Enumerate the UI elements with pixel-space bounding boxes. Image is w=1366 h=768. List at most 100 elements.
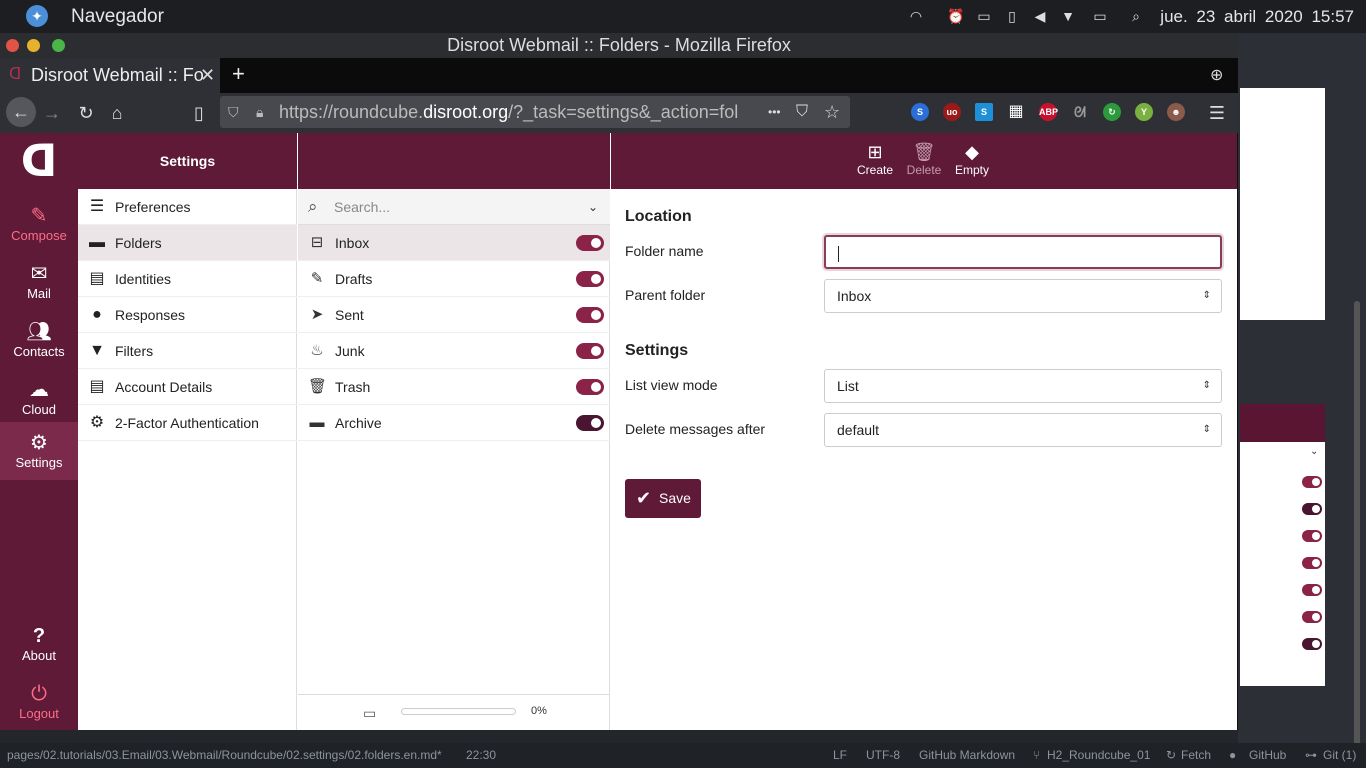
create-button[interactable]: ⊞ Create <box>850 141 900 177</box>
toolbar-label: Empty <box>954 163 989 177</box>
close-window-button[interactable] <box>6 39 19 52</box>
folder-label: Inbox <box>335 235 370 251</box>
tracking-shield-icon[interactable]: ⛉ <box>228 96 239 128</box>
subscribe-toggle[interactable] <box>576 415 604 431</box>
home-button[interactable]: ⌂ <box>105 101 129 125</box>
nav-label: Mail <box>27 286 51 301</box>
volume-muted-icon[interactable]: ◀ <box>1030 8 1050 24</box>
extension-privacy-icon[interactable]: ᘛ <box>1071 103 1089 121</box>
folder-row-junk[interactable]: ♨ Junk <box>298 333 610 369</box>
browser-tab[interactable]: ᗡ Disroot Webmail :: Fo ✕ <box>0 58 220 93</box>
background-window: ⌄ <box>1238 33 1366 768</box>
subscribe-toggle[interactable] <box>576 379 604 395</box>
url-text[interactable]: https://roundcube.disroot.org/?_task=set… <box>279 96 759 128</box>
nav-contacts[interactable]: 👥︎ Contacts <box>0 311 78 369</box>
settings-item-account-details[interactable]: ▤ Account Details <box>78 369 297 405</box>
reload-button[interactable]: ↻ <box>74 101 98 125</box>
list-view-mode-select[interactable]: List ⇕ <box>824 369 1222 403</box>
extension-grid-icon[interactable]: ▦ <box>1007 103 1025 121</box>
settings-item-identities[interactable]: ▤ Identities <box>78 261 297 297</box>
distro-logo-icon[interactable]: ✦ <box>26 5 48 27</box>
minimize-window-button[interactable] <box>27 39 40 52</box>
settings-item-filters[interactable]: ▼ Filters <box>78 333 297 369</box>
id-card-icon: ▤ <box>89 270 105 287</box>
cursor-position[interactable]: 22:30 <box>466 745 496 765</box>
empty-button[interactable]: ◆ Empty <box>947 141 997 177</box>
nav-compose[interactable]: ✎ Compose <box>0 195 78 253</box>
nav-logout[interactable]: ⏻ Logout <box>0 673 78 731</box>
alarm-icon[interactable]: ⏰ <box>946 8 966 24</box>
back-button[interactable]: ← <box>6 97 36 127</box>
page-actions-icon[interactable]: ••• <box>768 96 781 128</box>
tab-overflow-icon[interactable]: ⊕ <box>1210 65 1223 85</box>
nav-about[interactable]: ? About <box>0 615 78 673</box>
delete-after-select[interactable]: default ⇕ <box>824 413 1222 447</box>
nav-cloud[interactable]: ☁ Cloud <box>0 369 78 427</box>
settings-item-2fa[interactable]: ⚙ 2-Factor Authentication <box>78 405 297 441</box>
line-ending[interactable]: LF <box>833 745 847 765</box>
extension-blue-s-icon[interactable]: S <box>975 103 993 121</box>
folder-row-archive[interactable]: ▬ Archive <box>298 405 610 441</box>
window-titlebar[interactable]: Disroot Webmail :: Folders - Mozilla Fir… <box>0 33 1238 58</box>
folder-row-inbox[interactable]: ⊟ Inbox <box>298 225 610 261</box>
nav-settings[interactable]: ⚙ Settings <box>0 422 78 480</box>
chevron-down-icon[interactable]: ⌄ <box>588 189 598 225</box>
active-app-name[interactable]: Navegador <box>71 6 164 28</box>
compose-icon: ✎ <box>30 205 48 227</box>
fetch-button[interactable]: Fetch <box>1181 745 1211 765</box>
pocket-icon[interactable]: ⛉ <box>796 96 808 128</box>
ublock-icon[interactable]: uo <box>943 103 961 121</box>
save-button[interactable]: ✔ Save <box>625 479 701 518</box>
search-icon[interactable]: ⌕ <box>1126 8 1146 24</box>
url-bar[interactable]: ⛉ 🔒︎ https://roundcube.disroot.org/?_tas… <box>220 96 850 128</box>
extension-avatar-icon[interactable]: ☻ <box>1167 103 1185 121</box>
scrollbar[interactable] <box>1354 301 1360 768</box>
id-card-icon: ▤ <box>89 378 105 395</box>
git-branch[interactable]: H2_Roundcube_01 <box>1047 745 1150 765</box>
subscribe-toggle[interactable] <box>576 307 604 323</box>
wifi-icon[interactable]: ◠ <box>906 8 926 24</box>
display-icon[interactable]: ▭ <box>1090 8 1110 24</box>
grammar[interactable]: GitHub Markdown <box>919 745 1015 765</box>
folder-search-input[interactable]: ⌕ Search... ⌄ <box>298 189 610 225</box>
dropdown-arrow-icon[interactable]: ▼ <box>1058 8 1078 24</box>
toolbar: ⊞ Create 🗑︎ Delete ◆ Empty <box>611 133 1237 189</box>
folder-row-trash[interactable]: 🗑︎ Trash <box>298 369 610 405</box>
disroot-logo[interactable]: ᗡ <box>8 139 70 185</box>
settings-item-label: Folders <box>115 235 162 251</box>
adblock-plus-icon[interactable]: ABP <box>1039 103 1058 121</box>
bookmark-star-icon[interactable]: ☆ <box>824 96 840 128</box>
clock[interactable]: jue. 23 abril 2020 15:57 <box>1160 7 1354 27</box>
file-path[interactable]: pages/02.tutorials/03.Email/03.Webmail/R… <box>7 745 442 765</box>
subscribe-toggle[interactable] <box>576 343 604 359</box>
subscribe-toggle[interactable] <box>576 271 604 287</box>
git-button[interactable]: Git (1) <box>1323 745 1356 765</box>
extension-green-icon[interactable]: ↻ <box>1103 103 1121 121</box>
extension-y-icon[interactable]: Y <box>1135 103 1153 121</box>
github-button[interactable]: GitHub <box>1249 745 1286 765</box>
envelope-icon: ✉ <box>30 263 48 285</box>
maximize-window-button[interactable] <box>52 39 65 52</box>
extension-s-icon[interactable]: S <box>911 103 929 121</box>
hamburger-menu-icon[interactable]: ☰ <box>1205 101 1229 125</box>
folder-name-input[interactable] <box>824 235 1222 269</box>
nav-label: Cloud <box>22 402 56 417</box>
close-tab-icon[interactable]: ✕ <box>200 58 215 92</box>
lock-icon[interactable]: 🔒︎ <box>256 96 263 128</box>
forward-button[interactable]: → <box>40 101 64 125</box>
parent-folder-select[interactable]: Inbox ⇕ <box>824 279 1222 313</box>
folder-row-sent[interactable]: ➤ Sent <box>298 297 610 333</box>
phone-icon[interactable]: ▯ <box>1002 8 1022 24</box>
subscribe-toggle[interactable] <box>576 235 604 251</box>
battery-icon[interactable]: ▭ <box>974 8 994 24</box>
settings-item-folders[interactable]: ▬ Folders <box>78 225 297 261</box>
folder-row-drafts[interactable]: ✎ Drafts <box>298 261 610 297</box>
new-tab-button[interactable]: + <box>232 61 245 87</box>
nav-mail[interactable]: ✉ Mail <box>0 253 78 311</box>
sidebar-toggle-icon[interactable]: ▯ <box>187 101 211 125</box>
nav-label: Compose <box>11 228 67 243</box>
settings-item-preferences[interactable]: ☰ Preferences <box>78 189 297 225</box>
encoding[interactable]: UTF-8 <box>866 745 900 765</box>
delete-button[interactable]: 🗑︎ Delete <box>899 141 949 177</box>
settings-item-responses[interactable]: ● Responses <box>78 297 297 333</box>
